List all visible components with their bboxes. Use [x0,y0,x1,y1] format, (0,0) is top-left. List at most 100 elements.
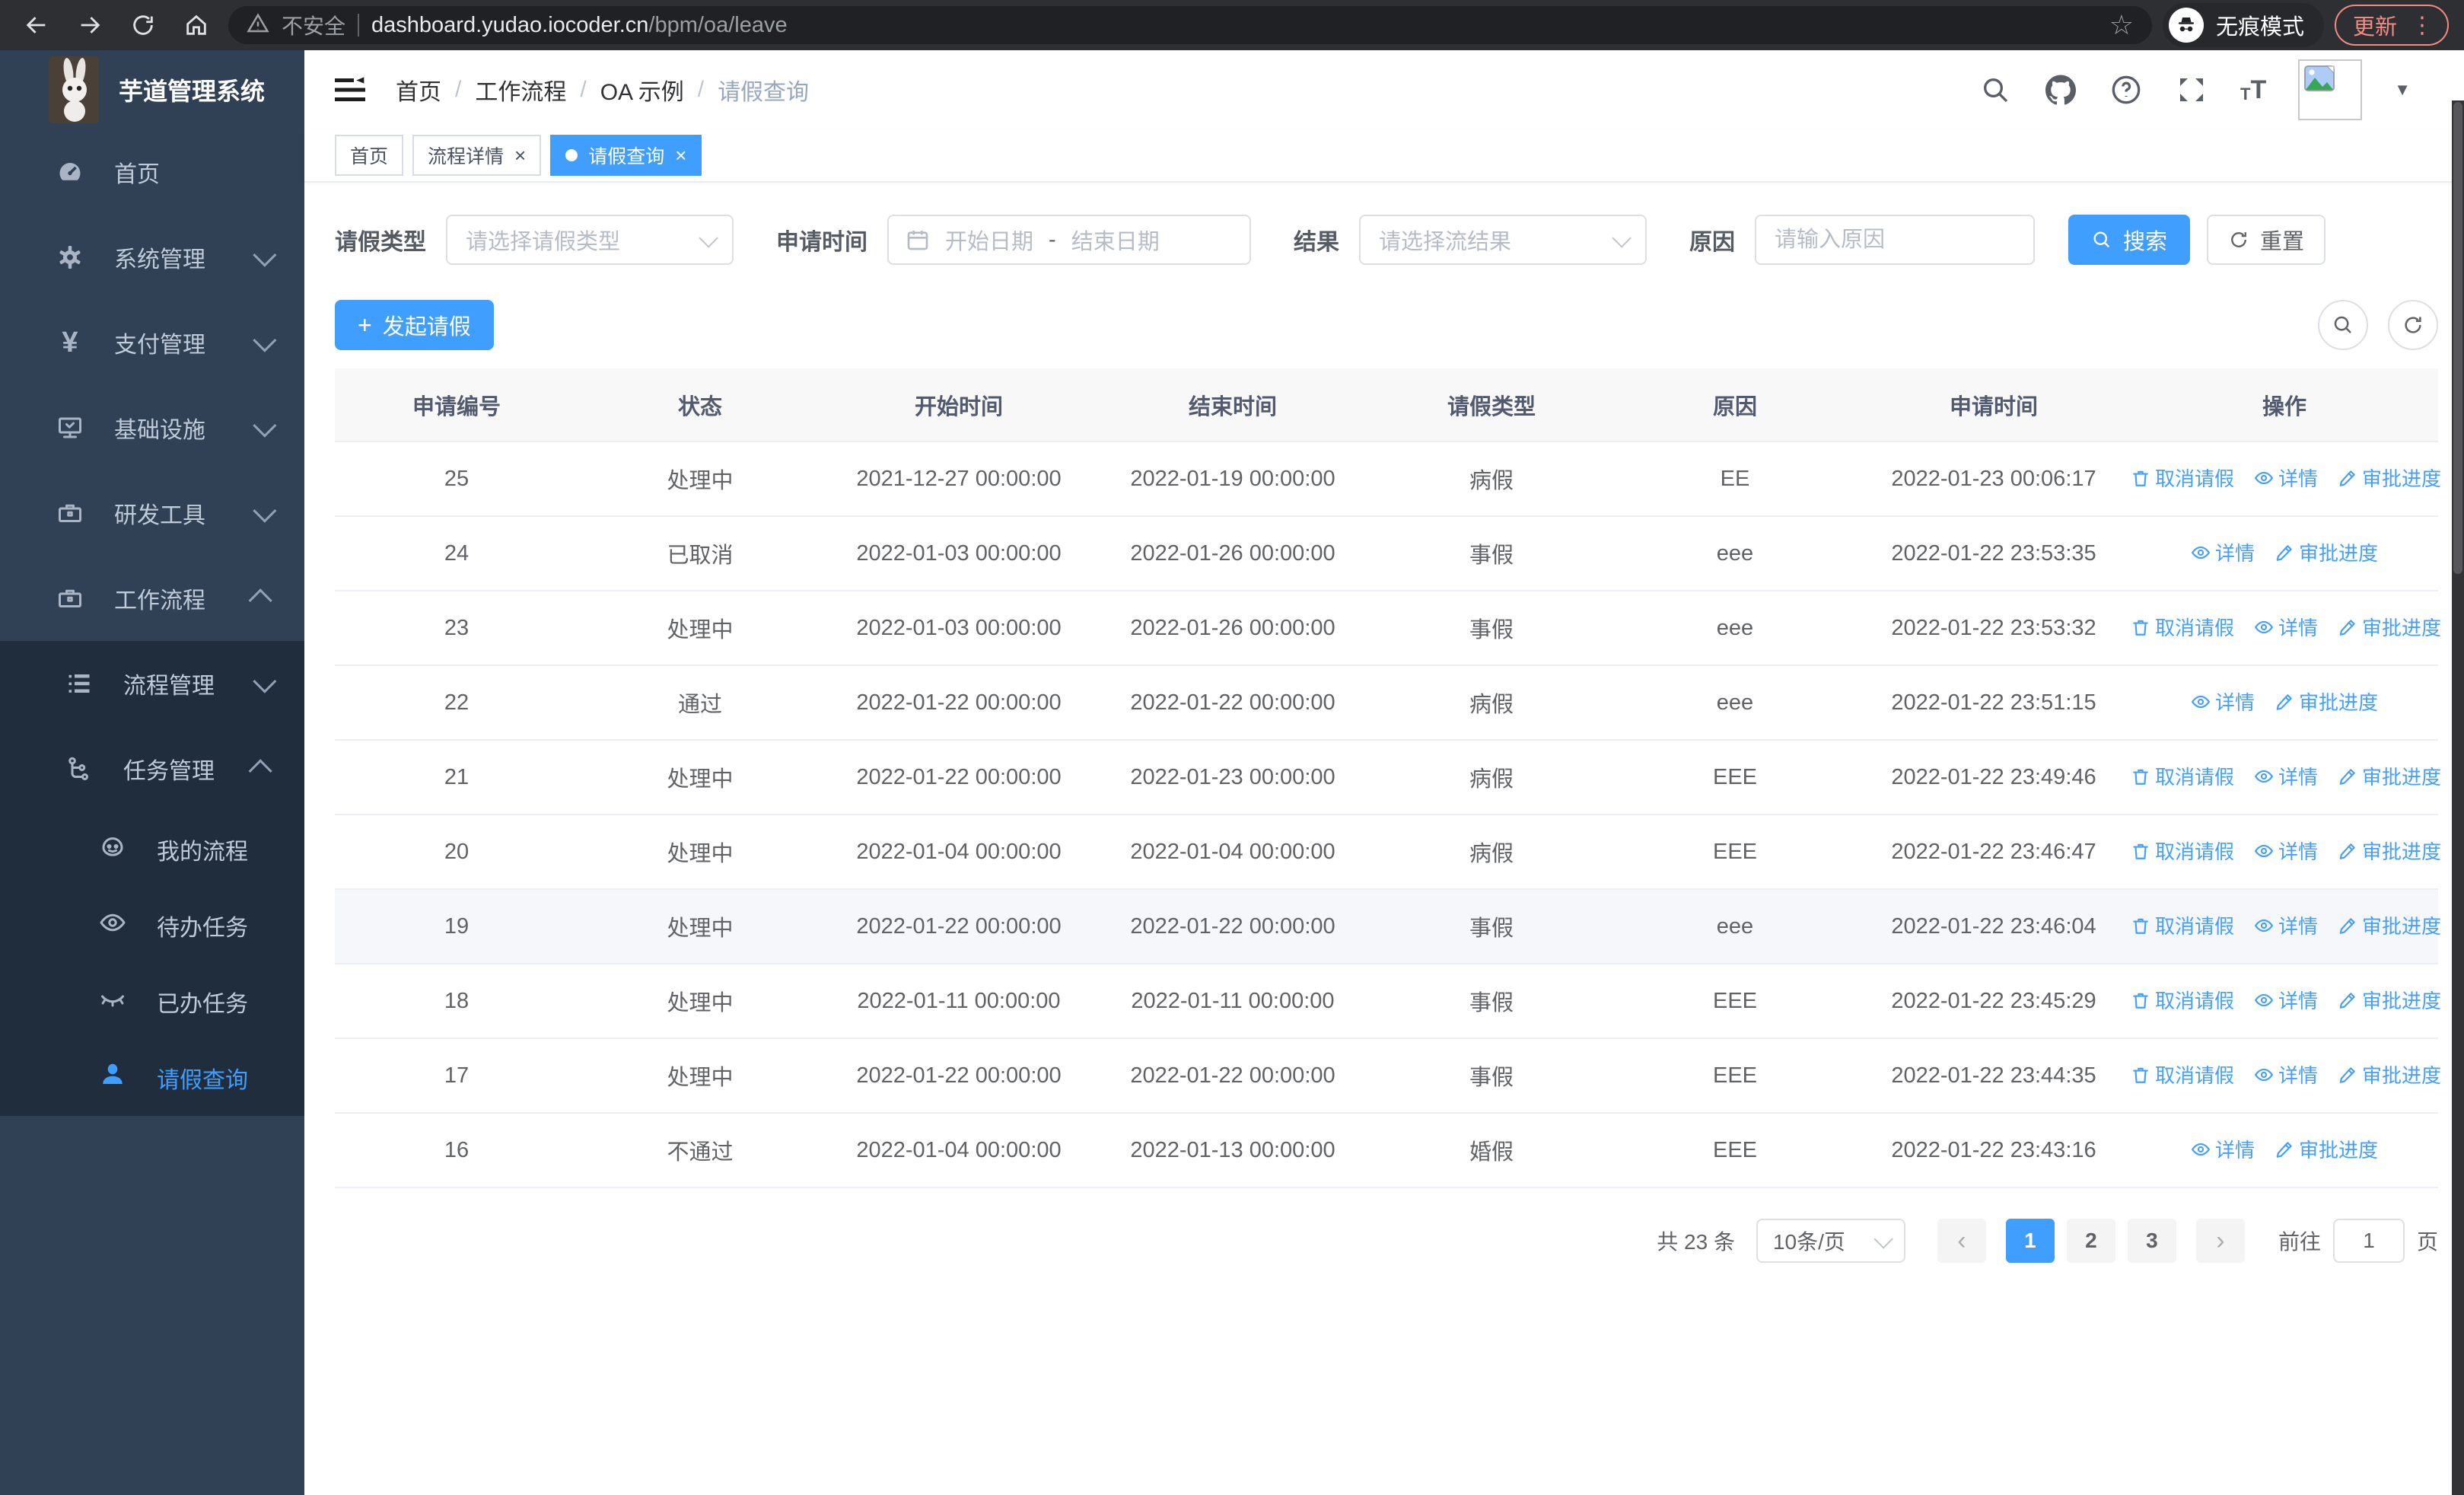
approval-progress-link[interactable]: 审批进度 [2338,986,2441,1014]
apply-time-range-picker[interactable]: 开始日期 - 结束日期 [887,215,1251,265]
cell-start: 2022-01-03 00:00:00 [822,591,1096,666]
sidebar-item[interactable]: 基础设施 [0,385,304,470]
detail-link[interactable]: 详情 [2254,837,2318,865]
approval-progress-link-label: 审批进度 [2362,990,2442,1013]
detail-link[interactable]: 详情 [2254,762,2318,790]
sidebar-menu: 首页 系统管理 ¥ 支付管理 基础设施 研发工具工作流程 [0,129,304,641]
detail-link[interactable]: 详情 [2191,687,2255,716]
page-number-button[interactable]: 3 [2127,1219,2176,1263]
approval-progress-link[interactable]: 审批进度 [2275,1135,2378,1163]
cancel-leave-link[interactable]: 取消请假 [2131,986,2234,1014]
create-leave-button[interactable]: + 发起请假 [335,300,494,350]
page-number-button[interactable]: 2 [2066,1219,2115,1263]
bookmark-star-icon[interactable]: ☆ [2109,11,2134,39]
approval-progress-link[interactable]: 审批进度 [2275,687,2378,716]
breadcrumb-item[interactable]: 工作流程 [475,73,566,107]
browser-reload-button[interactable] [122,4,164,46]
page-size-select[interactable]: 10条/页 [1756,1219,1905,1263]
reset-button[interactable]: 重置 [2207,215,2326,265]
approval-progress-link[interactable]: 审批进度 [2338,1060,2441,1089]
sidebar-item[interactable]: 工作流程 [0,556,304,641]
sidebar-item-label: 工作流程 [114,588,205,614]
pen-icon [2338,916,2357,936]
scrollbar-thumb[interactable] [2453,102,2462,574]
approval-progress-link[interactable]: 审批进度 [2338,464,2441,492]
sidebar-item[interactable]: 任务管理 [0,726,304,811]
table-row: 22 通过 2022-01-22 00:00:00 2022-01-22 00:00:… [335,665,2438,741]
view-tag[interactable]: 首页 [335,135,404,176]
cancel-leave-link[interactable]: 取消请假 [2131,613,2234,641]
page-number-button[interactable]: 1 [2005,1219,2055,1263]
column-header: 申请编号 [335,368,578,442]
column-header: 申请时间 [1857,368,2131,442]
detail-link[interactable]: 详情 [2254,1060,2318,1089]
approval-progress-link[interactable]: 审批进度 [2338,837,2441,865]
help-button[interactable] [2109,73,2143,107]
table-toolbar: + 发起请假 [335,300,2438,350]
font-size-button[interactable]: TT [2240,77,2266,103]
browser-menu-icon[interactable]: ⋮ [2411,12,2434,39]
result-select[interactable]: 请选择流结果 [1359,215,1647,265]
view-tag[interactable]: 流程详情 × [412,135,542,176]
detail-link[interactable]: 详情 [2254,613,2318,641]
toggle-search-button[interactable] [2318,300,2368,350]
address-bar[interactable]: 不安全 dashboard.yudao.iocoder.cn/bpm/oa/le… [228,6,2152,44]
app-logo[interactable]: 芋道管理系统 [0,50,304,129]
sidebar-subitem[interactable]: 已办任务 [0,964,304,1040]
avatar[interactable] [2298,59,2363,120]
approval-progress-link[interactable]: 审批进度 [2275,538,2378,566]
breadcrumb-item[interactable]: OA 示例 [600,73,684,107]
next-page-button[interactable]: › [2195,1219,2245,1263]
column-header: 操作 [2131,368,2438,442]
cancel-leave-link[interactable]: 取消请假 [2131,464,2234,492]
sidebar-item[interactable]: 流程管理 [0,641,304,726]
pen-icon [2338,990,2357,1010]
detail-link[interactable]: 详情 [2254,986,2318,1014]
reason-input[interactable] [1755,215,2035,265]
goto-page-input[interactable] [2332,1219,2405,1263]
refresh-table-button[interactable] [2388,300,2438,350]
leave-type-select[interactable]: 请选择请假类型 [446,215,734,265]
cell-actions: 详情 审批进度 [2131,516,2438,591]
sidebar-subitem[interactable]: 待办任务 [0,888,304,964]
sidebar-subitem[interactable]: 请假查询 [0,1040,304,1116]
close-icon[interactable]: × [675,145,686,165]
approval-progress-link[interactable]: 审批进度 [2338,613,2441,641]
close-icon[interactable]: × [514,145,526,165]
sidebar-subitem[interactable]: 我的流程 [0,811,304,888]
avatar-caret-icon[interactable]: ▼ [2394,80,2411,100]
fullscreen-button[interactable] [2175,73,2208,107]
header-search-button[interactable] [1979,73,2012,107]
detail-link[interactable]: 详情 [2254,911,2318,939]
browser-home-button[interactable] [175,4,218,46]
cancel-leave-link[interactable]: 取消请假 [2131,837,2234,865]
github-button[interactable] [2044,73,2077,107]
breadcrumb-item[interactable]: 首页 [396,73,441,107]
search-button[interactable]: 搜索 [2068,215,2191,265]
cell-end: 2022-01-13 00:00:00 [1096,1113,1370,1188]
prev-page-button[interactable]: ‹ [1937,1219,1986,1263]
view-tag[interactable]: 请假查询 × [550,135,702,176]
detail-link[interactable]: 详情 [2191,538,2255,566]
browser-forward-button[interactable] [68,4,111,46]
sidebar-item[interactable]: ¥ 支付管理 [0,300,304,385]
chevron-down-icon [253,499,277,523]
approval-progress-link[interactable]: 审批进度 [2338,911,2441,939]
cell-applied: 2022-01-22 23:51:15 [1857,665,2131,741]
detail-link[interactable]: 详情 [2254,464,2318,492]
sidebar-item[interactable]: 研发工具 [0,470,304,556]
approval-progress-link[interactable]: 审批进度 [2338,762,2441,790]
cancel-leave-link[interactable]: 取消请假 [2131,911,2234,939]
sidebar-item[interactable]: 首页 [0,129,304,215]
sidebar-item[interactable]: 系统管理 [0,215,304,300]
page-scrollbar[interactable] [2452,100,2464,1495]
detail-link[interactable]: 详情 [2191,1135,2255,1163]
sidebar-collapse-button[interactable] [327,67,373,113]
detail-eye-icon [2254,990,2274,1010]
browser-back-button[interactable] [15,4,58,46]
yen-icon: ¥ [62,327,78,359]
approval-progress-link-label: 审批进度 [2299,691,2379,715]
browser-update-button[interactable]: 更新 ⋮ [2334,5,2449,46]
cancel-leave-link[interactable]: 取消请假 [2131,762,2234,790]
cancel-leave-link[interactable]: 取消请假 [2131,1060,2234,1089]
